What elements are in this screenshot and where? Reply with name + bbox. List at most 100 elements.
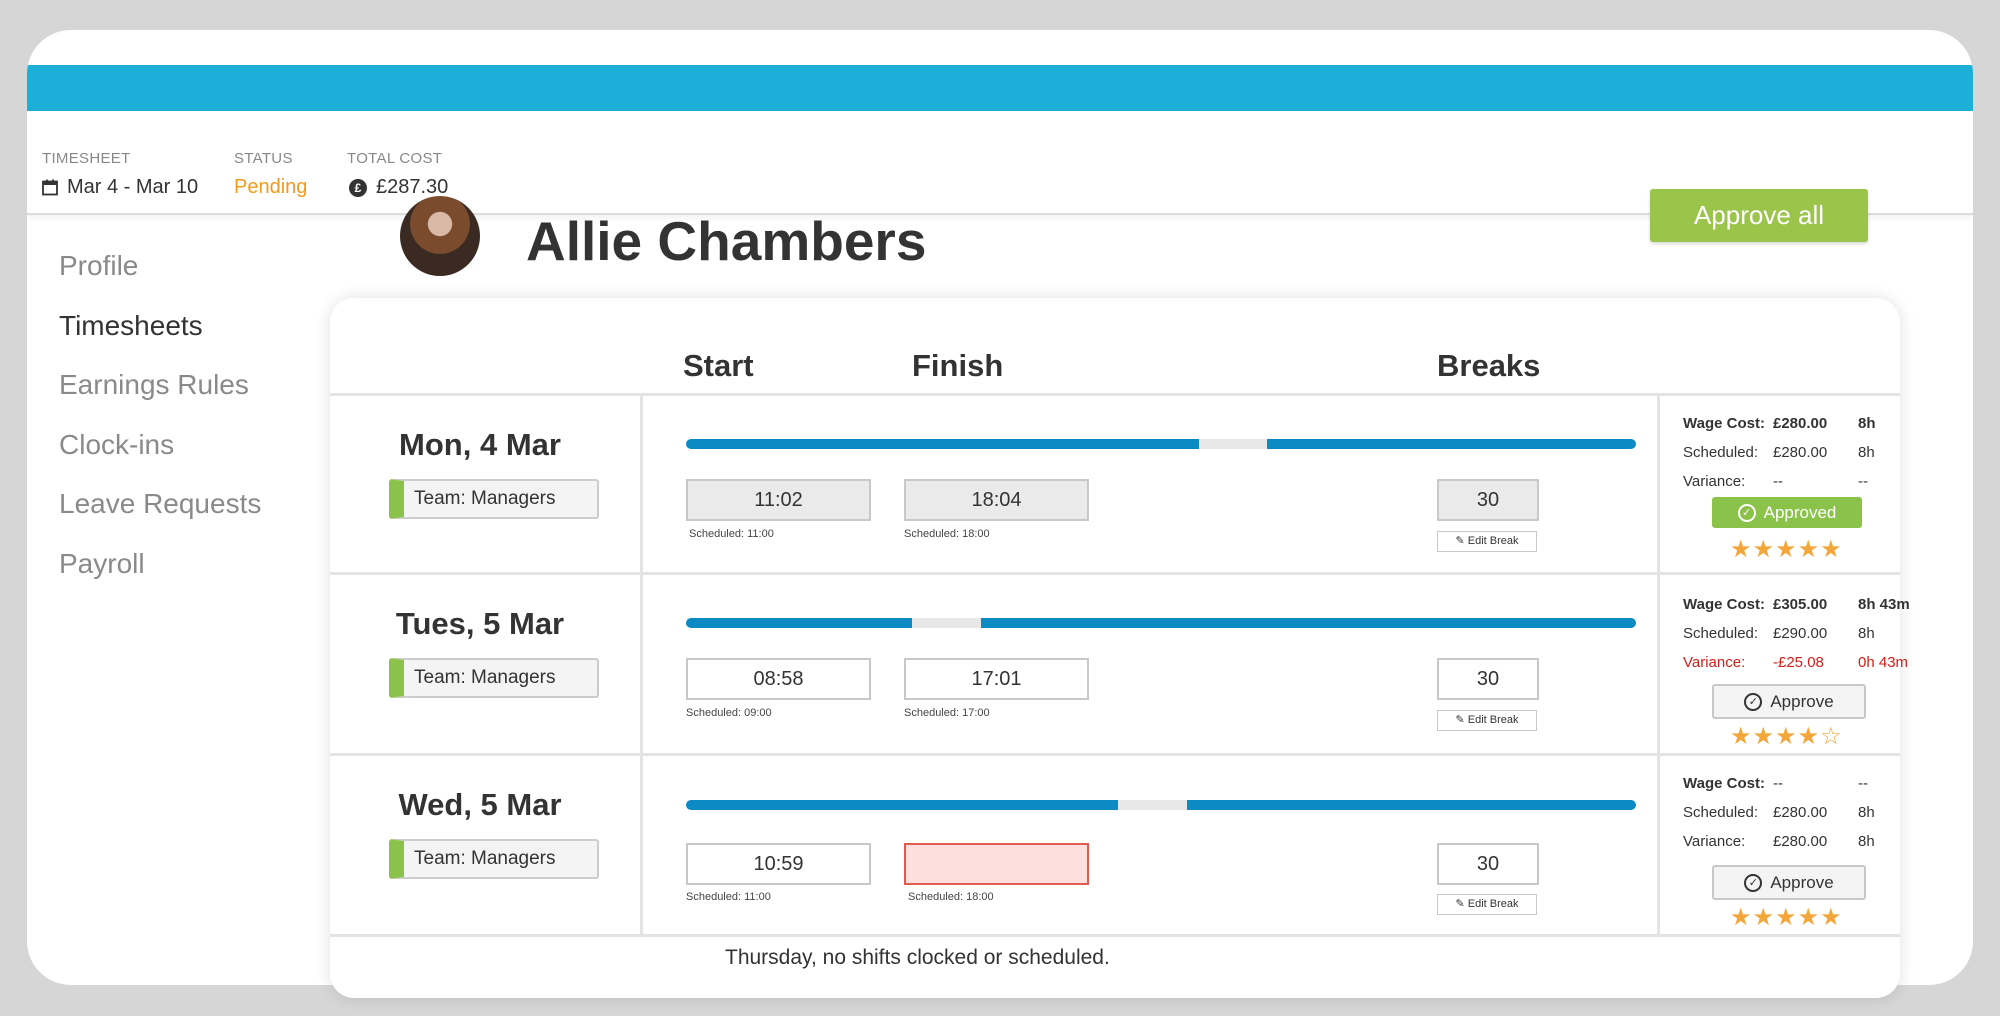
approve-all-button[interactable]: Approve all [1650, 189, 1868, 242]
variance-cost: -- [1773, 473, 1783, 490]
finish-scheduled: Scheduled: 18:00 [908, 891, 994, 903]
breaks-input[interactable]: 30 [1437, 479, 1539, 521]
start-time-input[interactable]: 08:58 [686, 658, 871, 700]
star-icon[interactable]: ★ [1775, 723, 1798, 750]
wage-summary: Wage Cost: £305.00 8h 43m Scheduled: £290.0… [1683, 596, 1913, 683]
status-label: Approve [1770, 873, 1834, 892]
shift-timeline [686, 618, 1636, 628]
approve-button[interactable]: ✓ Approve [1712, 684, 1866, 719]
wage-hours: -- [1858, 775, 1868, 792]
variance-hours: 8h [1858, 833, 1875, 850]
sidebar-item-leave-requests[interactable]: Leave Requests [59, 488, 261, 548]
no-shifts-note: Thursday, no shifts clocked or scheduled… [725, 946, 1110, 969]
start-scheduled: Scheduled: 09:00 [686, 707, 772, 719]
check-circle-icon: ✓ [1744, 873, 1763, 892]
edit-break-label: Edit Break [1467, 898, 1519, 910]
star-empty-icon[interactable]: ☆ [1820, 723, 1843, 750]
breaks-input[interactable]: 30 [1437, 658, 1539, 700]
approved-badge[interactable]: ✓ Approved [1712, 497, 1862, 528]
shift-timeline [686, 439, 1636, 449]
check-circle-icon: ✓ [1744, 692, 1763, 711]
sidebar-item-clock-ins[interactable]: Clock-ins [59, 429, 261, 489]
shift-timeline [686, 800, 1636, 810]
sidebar-item-earnings-rules[interactable]: Earnings Rules [59, 369, 261, 429]
variance-label: Variance: [1683, 654, 1746, 671]
star-icon[interactable]: ★ [1775, 536, 1798, 563]
approve-button[interactable]: ✓ Approve [1712, 865, 1866, 900]
finish-scheduled: Scheduled: 18:00 [904, 528, 990, 540]
sidebar-nav: Profile Timesheets Earnings Rules Clock-… [59, 250, 261, 607]
avatar [400, 196, 480, 276]
column-header-finish: Finish [912, 348, 1004, 383]
team-selector[interactable]: Team: Managers [389, 479, 599, 519]
variance-cost: -£25.08 [1773, 654, 1824, 671]
wage-cost-value: £280.00 [1773, 415, 1828, 432]
scheduled-cost: £280.00 [1773, 804, 1828, 821]
star-icon[interactable]: ★ [1753, 904, 1776, 931]
scheduled-hours: 8h [1858, 625, 1875, 642]
status-label: Approved [1763, 503, 1837, 522]
day-label: Tues, 5 Mar [395, 606, 565, 641]
start-time-input[interactable]: 11:02 [686, 479, 871, 521]
timesheet-range-text: Mar 4 - Mar 10 [67, 176, 199, 198]
star-icon[interactable]: ★ [1730, 723, 1753, 750]
team-selector[interactable]: Team: Managers [389, 839, 599, 879]
column-header-start: Start [683, 348, 754, 383]
finish-time-input[interactable] [904, 843, 1089, 885]
rating-stars[interactable]: ★★★★★ [1730, 903, 1843, 932]
star-icon[interactable]: ★ [1798, 536, 1821, 563]
star-icon[interactable]: ★ [1798, 723, 1821, 750]
star-icon[interactable]: ★ [1775, 904, 1798, 931]
star-icon[interactable]: ★ [1753, 723, 1776, 750]
variance-hours: -- [1858, 473, 1868, 490]
wage-cost-value: -- [1773, 775, 1783, 792]
scheduled-label: Scheduled: [1683, 625, 1759, 642]
sidebar-item-profile[interactable]: Profile [59, 250, 261, 310]
top-bar [27, 65, 1973, 111]
wage-hours: 8h [1858, 415, 1876, 432]
wage-cost-label: Wage Cost: [1683, 596, 1765, 613]
star-icon[interactable]: ★ [1730, 536, 1753, 563]
rating-stars[interactable]: ★★★★☆ [1730, 722, 1843, 751]
team-selector[interactable]: Team: Managers [389, 658, 599, 698]
calendar-icon [42, 179, 58, 196]
finish-time-input[interactable]: 18:04 [904, 479, 1089, 521]
star-icon[interactable]: ★ [1730, 904, 1753, 931]
edit-break-button[interactable]: ✎ Edit Break [1437, 894, 1537, 915]
sidebar-item-timesheets[interactable]: Timesheets [59, 310, 261, 370]
day-label: Mon, 4 Mar [399, 427, 561, 462]
edit-break-button[interactable]: ✎ Edit Break [1437, 531, 1537, 552]
edit-break-button[interactable]: ✎ Edit Break [1437, 710, 1537, 731]
wage-cost-label: Wage Cost: [1683, 775, 1765, 792]
scheduled-hours: 8h [1858, 804, 1875, 821]
variance-cost: £280.00 [1773, 833, 1828, 850]
star-icon[interactable]: ★ [1820, 904, 1843, 931]
divider [330, 934, 1900, 937]
column-header-breaks: Breaks [1437, 348, 1541, 383]
wage-cost-value: £305.00 [1773, 596, 1828, 613]
start-scheduled: Scheduled: 11:00 [689, 528, 774, 540]
scheduled-hours: 8h [1858, 444, 1875, 461]
star-icon[interactable]: ★ [1798, 904, 1821, 931]
edit-break-label: Edit Break [1467, 714, 1519, 726]
day-label: Wed, 5 Mar [398, 787, 562, 822]
table-row: Wed, 5 Mar Team: Managers 10:59 Schedule… [330, 755, 1900, 933]
breaks-input[interactable]: 30 [1437, 843, 1539, 885]
pound-icon: £ [349, 178, 367, 197]
rating-stars[interactable]: ★★★★★ [1730, 535, 1843, 564]
scheduled-cost: £290.00 [1773, 625, 1828, 642]
wage-cost-label: Wage Cost: [1683, 415, 1765, 432]
timesheet-range[interactable]: Mar 4 - Mar 10 [42, 176, 198, 199]
sidebar-item-payroll[interactable]: Payroll [59, 548, 261, 608]
wage-hours: 8h 43m [1858, 596, 1910, 613]
wage-summary: Wage Cost: £280.00 8h Scheduled: £280.00 8h … [1683, 415, 1913, 502]
start-scheduled: Scheduled: 11:00 [686, 891, 771, 903]
star-icon[interactable]: ★ [1753, 536, 1776, 563]
wage-summary: Wage Cost: -- -- Scheduled: £280.00 8h Varia… [1683, 775, 1913, 862]
star-icon[interactable]: ★ [1820, 536, 1843, 563]
status-caption: STATUS [234, 150, 293, 167]
start-time-input[interactable]: 10:59 [686, 843, 871, 885]
finish-time-input[interactable]: 17:01 [904, 658, 1089, 700]
total-cost-caption: TOTAL COST [347, 150, 443, 167]
finish-scheduled: Scheduled: 17:00 [904, 707, 990, 719]
